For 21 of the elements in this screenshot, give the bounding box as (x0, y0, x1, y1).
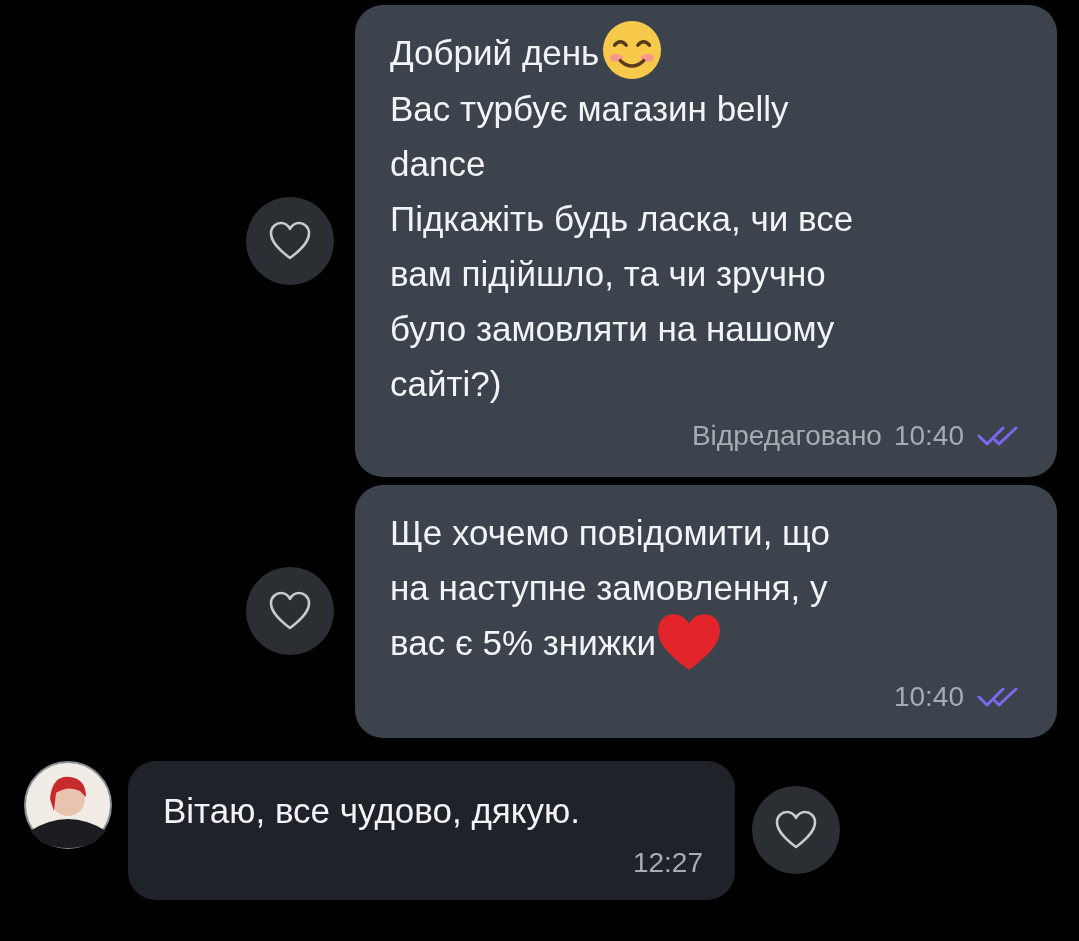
message-text: Добрий день (390, 25, 854, 81)
message-text: Підкажіть будь ласка, чи все (390, 197, 854, 240)
edited-label: Відредаговано (691, 418, 882, 453)
message-text: було замовляти на нашому (390, 307, 836, 350)
avatar[interactable] (24, 760, 112, 849)
heart-icon (656, 611, 722, 672)
message-time: 10:40 (893, 418, 964, 453)
heart-outline-icon (268, 220, 312, 261)
message-time: 12:27 (632, 845, 703, 880)
message-text: вам підійшло, та чи зручно (390, 252, 827, 295)
message-text: dance (390, 142, 487, 185)
message-text: на наступне замовлення, у (390, 566, 829, 609)
message-text: Вас турбує магазин belly (390, 87, 790, 130)
message-text: Вітаю, все чудово, дякую. (163, 789, 580, 832)
message-time: 10:40 (893, 679, 964, 714)
heart-outline-icon (268, 591, 312, 632)
heart-outline-icon (774, 810, 818, 850)
message-text: сайті?) (390, 362, 503, 405)
message-text: вас є 5% знижки (390, 614, 830, 672)
message-text: Ще хочемо повідомити, що (390, 511, 830, 554)
smiling-face-icon (601, 18, 664, 81)
